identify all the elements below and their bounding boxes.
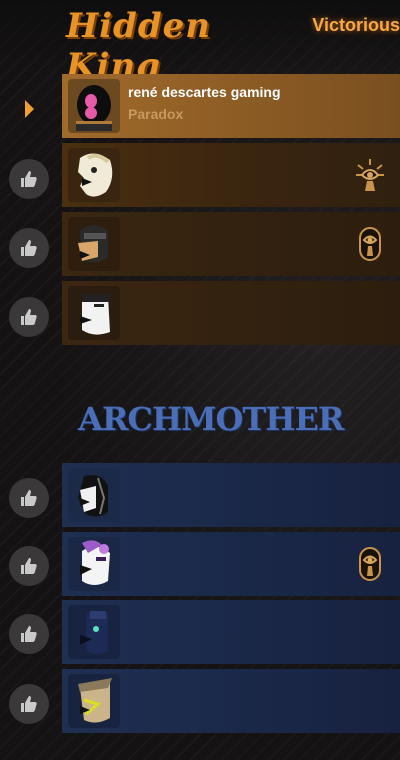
team-result-badge: Victorious	[312, 15, 400, 35]
player-row[interactable]	[62, 532, 400, 596]
player-avatar	[68, 605, 120, 659]
player-row[interactable]: rené descartes gaming Paradox	[62, 74, 400, 138]
thumbs-up-icon	[21, 626, 37, 642]
like-button[interactable]	[9, 228, 49, 268]
like-button[interactable]	[9, 297, 49, 337]
player-avatar	[68, 468, 120, 522]
keyhole-eye-icon	[359, 227, 381, 261]
player-row[interactable]	[62, 600, 400, 664]
player-title: Paradox	[128, 106, 184, 122]
like-button[interactable]	[9, 546, 49, 586]
player-avatar	[68, 79, 120, 133]
like-button[interactable]	[9, 684, 49, 724]
player-name: rené descartes gaming	[128, 84, 281, 100]
player-avatar	[68, 537, 120, 591]
player-avatar	[68, 286, 120, 340]
triangle-right-icon	[25, 100, 34, 118]
player-avatar	[68, 217, 120, 271]
player-row[interactable]	[62, 281, 400, 345]
thumbs-up-icon	[21, 171, 37, 187]
thumbs-up-icon	[21, 558, 37, 574]
team-header-archmother: Archmother	[78, 400, 344, 438]
player-row[interactable]	[62, 143, 400, 207]
sun-eye-icon	[356, 159, 384, 191]
thumbs-up-icon	[21, 240, 37, 256]
team-name-archmother: Archmother	[78, 400, 344, 438]
like-button[interactable]	[9, 159, 49, 199]
player-row[interactable]	[62, 463, 400, 527]
keyhole-eye-icon	[359, 547, 381, 581]
like-button[interactable]	[9, 614, 49, 654]
like-button[interactable]	[9, 478, 49, 518]
thumbs-up-icon	[21, 490, 37, 506]
player-row[interactable]	[62, 669, 400, 733]
player-avatar	[68, 148, 120, 202]
player-row[interactable]	[62, 212, 400, 276]
thumbs-up-icon	[21, 696, 37, 712]
thumbs-up-icon	[21, 309, 37, 325]
player-avatar	[68, 674, 120, 728]
